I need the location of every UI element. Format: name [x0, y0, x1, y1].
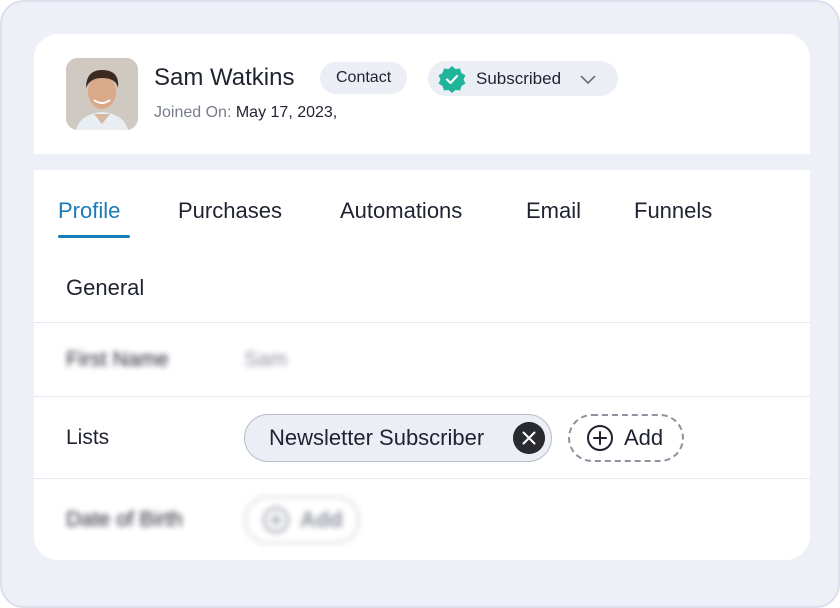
- active-tab-indicator: [58, 235, 130, 238]
- list-chip-label: Newsletter Subscriber: [269, 425, 485, 450]
- tab-purchases[interactable]: Purchases: [178, 198, 282, 224]
- add-list-label: Add: [624, 425, 664, 450]
- status-dropdown[interactable]: Subscribed: [428, 61, 618, 96]
- tab-profile[interactable]: Profile: [58, 198, 120, 224]
- add-dob-button[interactable]: Add: [244, 496, 360, 544]
- status-label: Subscribed: [476, 68, 562, 88]
- divider: [34, 396, 810, 397]
- list-chip: Newsletter Subscriber: [244, 414, 552, 462]
- first-name-value[interactable]: Sam: [244, 348, 287, 372]
- role-badge: Contact: [320, 62, 408, 94]
- joined-info: Joined On: May 17, 2023,: [154, 104, 337, 122]
- tab-email[interactable]: Email: [526, 198, 581, 224]
- lists-label: Lists: [66, 426, 110, 449]
- divider: [34, 322, 810, 323]
- plus-circle-icon: [587, 425, 613, 451]
- verified-check-icon: [438, 65, 466, 93]
- tab-automations[interactable]: Automations: [340, 198, 462, 224]
- divider: [34, 478, 810, 479]
- section-title: General: [66, 275, 145, 300]
- tab-funnels[interactable]: Funnels: [634, 198, 712, 224]
- avatar: [66, 58, 138, 130]
- joined-date: May 17, 2023,: [235, 104, 338, 121]
- profile-panel: Profile Purchases Automations Email Funn…: [34, 170, 810, 560]
- joined-label: Joined On:: [154, 104, 232, 121]
- add-list-button[interactable]: Add: [568, 414, 684, 462]
- close-icon[interactable]: [513, 422, 545, 454]
- chevron-down-icon: [580, 74, 596, 84]
- add-dob-label: Add: [300, 507, 343, 532]
- contact-name: Sam Watkins: [154, 64, 295, 91]
- dob-label: Date of Birth: [66, 508, 183, 531]
- contact-header: Sam Watkins Contact Subscribed Joined On…: [34, 34, 810, 154]
- plus-circle-icon: [263, 507, 289, 533]
- app-frame: Sam Watkins Contact Subscribed Joined On…: [0, 0, 840, 608]
- first-name-label: First Name: [66, 348, 169, 371]
